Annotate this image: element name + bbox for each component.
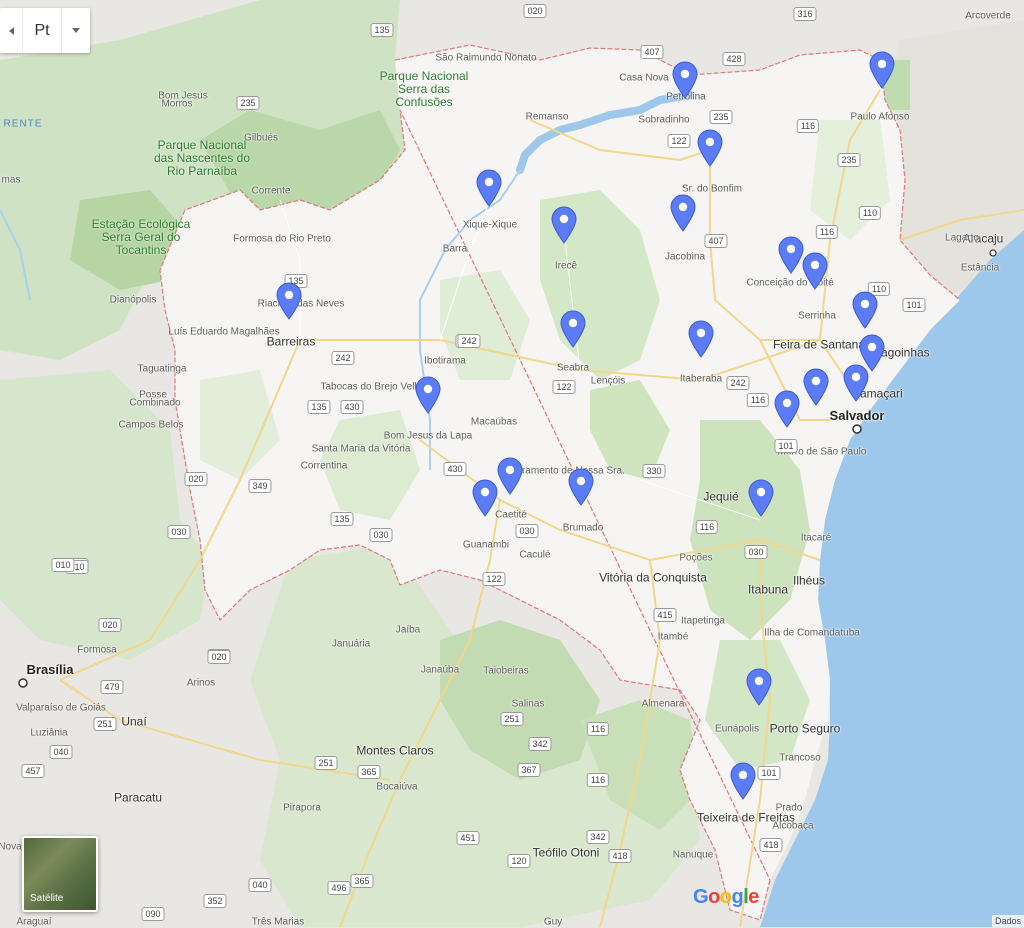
road-shield: 415: [653, 608, 677, 622]
map-marker-pin-icon[interactable]: [730, 762, 756, 800]
road-shield: 251: [314, 756, 338, 770]
road-shield: 451: [456, 831, 480, 845]
map-marker-pin-icon[interactable]: [852, 291, 878, 329]
road-shield: 135: [307, 400, 331, 414]
road-shield: 365: [350, 874, 374, 888]
road-shield: 407: [640, 45, 664, 59]
road-shield: 010: [51, 558, 75, 572]
map-marker-pin-icon[interactable]: [697, 129, 723, 167]
road-shield: 235: [709, 110, 733, 124]
road-shield: 352: [203, 894, 227, 908]
road-shield: 342: [586, 830, 610, 844]
map-marker-pin-icon[interactable]: [672, 61, 698, 99]
road-shield: 116: [695, 520, 719, 534]
road-shield: 120: [507, 854, 531, 868]
language-selected[interactable]: Pt: [23, 8, 61, 53]
google-logo: Google: [693, 886, 759, 909]
map-marker-pin-icon[interactable]: [803, 368, 829, 406]
map-marker-pin-icon[interactable]: [746, 668, 772, 706]
map-marker-pin-icon[interactable]: [415, 376, 441, 414]
road-shield: 116: [796, 119, 820, 133]
map-marker-pin-icon[interactable]: [778, 236, 804, 274]
map-marker-pin-icon[interactable]: [869, 51, 895, 89]
road-shield: 479: [100, 680, 124, 694]
google-logo-letter: o: [708, 886, 720, 908]
language-left-button[interactable]: [0, 8, 23, 53]
map-marker-pin-icon[interactable]: [748, 479, 774, 517]
road-shield: 367: [517, 763, 541, 777]
road-shield: 122: [552, 380, 576, 394]
road-shield: 430: [340, 400, 364, 414]
chevron-down-icon: [72, 28, 80, 33]
map-marker-pin-icon[interactable]: [802, 252, 828, 290]
road-shield: 242: [726, 376, 750, 390]
road-shield: 030: [369, 528, 393, 542]
road-shield: 101: [902, 298, 926, 312]
map-marker-pin-icon[interactable]: [774, 390, 800, 428]
road-shield: 349: [248, 479, 272, 493]
road-shield: 020: [523, 4, 547, 18]
chevron-left-icon: [8, 26, 14, 35]
language-dropdown-button[interactable]: [61, 8, 90, 53]
road-shield: 342: [528, 737, 552, 751]
road-shield: 242: [331, 351, 355, 365]
road-shield: 116: [815, 225, 839, 239]
road-shield: 418: [759, 838, 783, 852]
map-marker-pin-icon[interactable]: [843, 364, 869, 402]
map-marker-pin-icon[interactable]: [472, 479, 498, 517]
road-shield: 251: [500, 712, 524, 726]
satellite-toggle[interactable]: Satélite: [22, 836, 98, 912]
map-marker-pin-icon[interactable]: [497, 457, 523, 495]
map-marker-pin-icon[interactable]: [688, 320, 714, 358]
road-shield: 040: [49, 745, 73, 759]
satellite-label: Satélite: [30, 893, 64, 904]
language-control: Pt: [0, 8, 90, 53]
road-shield: 457: [21, 764, 45, 778]
road-shield: 040: [248, 878, 272, 892]
road-shield: 365: [357, 765, 381, 779]
map-attribution[interactable]: Dados: [991, 915, 1024, 927]
road-shield: 135: [330, 512, 354, 526]
road-shield: 316: [793, 7, 817, 21]
map-marker-pin-icon[interactable]: [560, 310, 586, 348]
road-shield: 116: [746, 393, 770, 407]
road-shield: 020: [98, 618, 122, 632]
road-shield: 428: [722, 52, 746, 66]
road-shield: 030: [744, 545, 768, 559]
road-shield: 090: [141, 907, 165, 921]
google-logo-letter: o: [719, 886, 732, 908]
road-shield: 135: [370, 23, 394, 37]
road-shield: 251: [93, 717, 117, 731]
google-logo-letter: e: [748, 886, 759, 908]
road-shield: 030: [515, 524, 539, 538]
map-marker-pin-icon[interactable]: [568, 468, 594, 506]
road-shield: 235: [837, 153, 861, 167]
road-shield: 101: [774, 439, 798, 453]
road-shield: 020: [184, 472, 208, 486]
map-marker-pin-icon[interactable]: [551, 206, 577, 244]
road-shield: 235: [236, 96, 260, 110]
map-marker-pin-icon[interactable]: [670, 194, 696, 232]
google-logo-letter: G: [693, 886, 709, 908]
map-marker-pin-icon[interactable]: [276, 282, 302, 320]
road-shield: 122: [667, 134, 691, 148]
google-logo-letter: g: [731, 886, 744, 908]
road-shield: 242: [457, 334, 481, 348]
road-shield: 430: [443, 462, 467, 476]
road-shield: 122: [482, 572, 506, 586]
road-shield: 418: [608, 849, 632, 863]
road-shield: 116: [586, 722, 610, 736]
map-marker-pin-icon[interactable]: [476, 169, 502, 207]
road-shield: 110: [858, 206, 882, 220]
road-shield: 407: [704, 234, 728, 248]
road-shield: 496: [327, 881, 351, 895]
road-shield: 116: [586, 773, 610, 787]
road-shield: 330: [642, 464, 666, 478]
road-shield: 030: [167, 525, 191, 539]
road-shield: 101: [757, 766, 781, 780]
road-shield: 020: [207, 650, 231, 664]
